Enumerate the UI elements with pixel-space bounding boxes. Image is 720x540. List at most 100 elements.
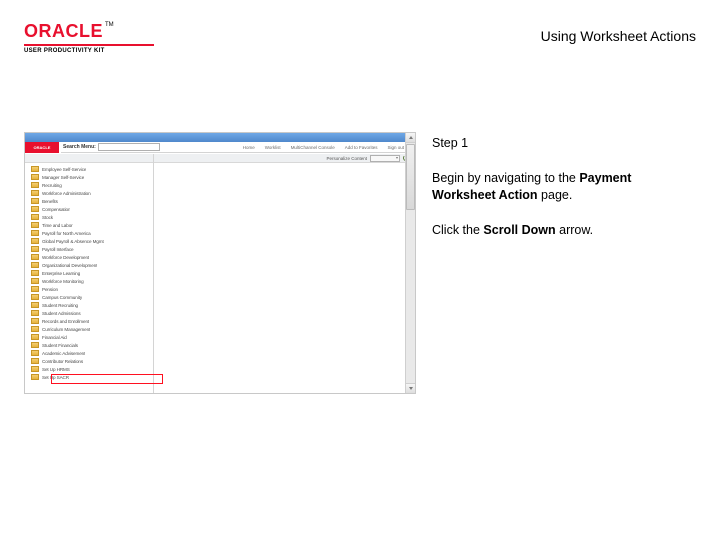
nav-item-label: Global Payroll & Absence Mgmt: [42, 239, 104, 244]
text: arrow.: [556, 223, 594, 237]
nav-item-label: Academic Advisement: [42, 351, 85, 356]
nav-item-label: Student Admissions: [42, 311, 81, 316]
nav-item[interactable]: Records and Enrollment: [25, 317, 153, 325]
left-nav-panel: Employee Self-Service Manager Self-Servic…: [25, 154, 154, 393]
nav-item[interactable]: Student Recruiting: [25, 301, 153, 309]
nav-item[interactable]: Compensation: [25, 205, 153, 213]
nav-item-label: Organizational Development: [42, 263, 97, 268]
nav-item-label: Pension: [42, 287, 58, 292]
top-link-mcc[interactable]: MultiChannel Console: [291, 145, 335, 150]
folder-icon: [31, 366, 39, 373]
main-toolbar: Personalize Content: [154, 154, 415, 163]
folder-icon: [31, 166, 39, 173]
folder-icon: [31, 350, 39, 357]
embedded-screenshot: ORACLE Search Menu: Home Worklist MultiC…: [24, 132, 416, 394]
top-link-worklist[interactable]: Worklist: [265, 145, 281, 150]
logo-subtitle: USER PRODUCTIVITY KIT: [24, 48, 154, 54]
step-label: Step 1: [432, 135, 692, 152]
nav-item-label: Benefits: [42, 199, 58, 204]
app-search-bar: Search Menu: Home Worklist MultiChannel …: [61, 142, 408, 153]
folder-icon: [31, 342, 39, 349]
nav-item[interactable]: Organizational Development: [25, 261, 153, 269]
nav-item[interactable]: Workforce Development: [25, 253, 153, 261]
app-oracle-badge: ORACLE: [25, 142, 59, 153]
nav-item[interactable]: Manager Self-Service: [25, 173, 153, 181]
nav-item[interactable]: Workforce Administration: [25, 189, 153, 197]
nav-item[interactable]: Employee Self-Service: [25, 165, 153, 173]
search-menu-input[interactable]: [98, 143, 160, 151]
nav-item-label: Payroll Interface: [42, 247, 74, 252]
nav-item[interactable]: Student Financials: [25, 341, 153, 349]
top-link-fav[interactable]: Add to Favorites: [345, 145, 378, 150]
top-link-home[interactable]: Home: [243, 145, 255, 150]
nav-item[interactable]: Financial Aid: [25, 333, 153, 341]
nav-item[interactable]: Recruiting: [25, 181, 153, 189]
folder-icon: [31, 174, 39, 181]
nav-item-label: Manager Self-Service: [42, 175, 84, 180]
text: Begin by navigating to the: [432, 171, 579, 185]
nav-item-label: Compensation: [42, 207, 70, 212]
nav-item[interactable]: Set Up SACR: [25, 373, 153, 381]
folder-icon: [31, 302, 39, 309]
personalize-label: Personalize Content: [326, 156, 367, 161]
nav-item[interactable]: Academic Advisement: [25, 349, 153, 357]
vertical-scrollbar: [405, 133, 415, 393]
folder-icon: [31, 278, 39, 285]
folder-icon: [31, 358, 39, 365]
top-link-signout[interactable]: Sign out: [387, 145, 404, 150]
layout-select[interactable]: [370, 155, 400, 162]
nav-item-label: Stock: [42, 215, 53, 220]
nav-item[interactable]: Benefits: [25, 197, 153, 205]
nav-item[interactable]: Enterprise Learning: [25, 269, 153, 277]
nav-item[interactable]: Stock: [25, 213, 153, 221]
logo-divider: [24, 44, 154, 46]
nav-item[interactable]: Payroll for North America: [25, 229, 153, 237]
folder-icon: [31, 214, 39, 221]
folder-icon: [31, 198, 39, 205]
nav-item[interactable]: Curriculum Management: [25, 325, 153, 333]
nav-item[interactable]: Pension: [25, 285, 153, 293]
search-menu-label: Search Menu:: [63, 144, 96, 150]
text: page.: [538, 188, 573, 202]
nav-item-label: Employee Self-Service: [42, 167, 86, 172]
text: Click the: [432, 223, 483, 237]
nav-item-label: Set Up SACR: [42, 375, 69, 380]
folder-icon: [31, 318, 39, 325]
scroll-up-button[interactable]: [406, 133, 415, 143]
nav-item[interactable]: Payroll Interface: [25, 245, 153, 253]
nav-item-label: Student Recruiting: [42, 303, 78, 308]
nav-item-label: Financial Aid: [42, 335, 67, 340]
main-panel: Personalize Content: [154, 154, 415, 393]
chevron-up-icon: [409, 136, 413, 139]
nav-header: [25, 154, 153, 163]
nav-item-label: Records and Enrollment: [42, 319, 89, 324]
text-bold: Scroll Down: [483, 223, 555, 237]
app-body: Employee Self-Service Manager Self-Servic…: [25, 154, 415, 393]
scroll-thumb[interactable]: [406, 144, 415, 210]
folder-icon: [31, 182, 39, 189]
nav-item[interactable]: Workforce Monitoring: [25, 277, 153, 285]
scroll-down-button[interactable]: [406, 383, 415, 393]
nav-item[interactable]: Student Admissions: [25, 309, 153, 317]
folder-icon: [31, 286, 39, 293]
folder-icon: [31, 270, 39, 277]
nav-item[interactable]: Campus Community: [25, 293, 153, 301]
nav-item-label: Contributor Relations: [42, 359, 83, 364]
folder-icon: [31, 190, 39, 197]
nav-item[interactable]: Time and Labor: [25, 221, 153, 229]
nav-item-label: Student Financials: [42, 343, 78, 348]
folder-icon: [31, 262, 39, 269]
nav-list: Employee Self-Service Manager Self-Servic…: [25, 163, 153, 383]
nav-item-label: Workforce Administration: [42, 191, 91, 196]
chevron-down-icon: [409, 387, 413, 390]
nav-item[interactable]: Set Up HRMS: [25, 365, 153, 373]
nav-item[interactable]: Contributor Relations: [25, 357, 153, 365]
instruction-line-2: Click the Scroll Down arrow.: [432, 222, 692, 239]
oracle-wordmark: ORACLETM: [24, 22, 154, 42]
folder-icon: [31, 230, 39, 237]
nav-item-label: Enterprise Learning: [42, 271, 80, 276]
instruction-line-1: Begin by navigating to the Payment Works…: [432, 170, 692, 204]
folder-icon: [31, 334, 39, 341]
folder-icon: [31, 374, 39, 381]
nav-item[interactable]: Global Payroll & Absence Mgmt: [25, 237, 153, 245]
